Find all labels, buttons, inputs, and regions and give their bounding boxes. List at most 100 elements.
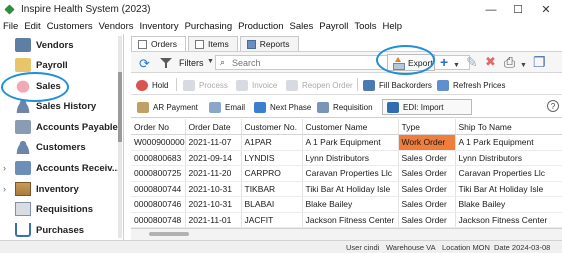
search-icon: ⌕ bbox=[220, 57, 226, 67]
column-header-customer-name[interactable]: Customer Name bbox=[302, 119, 399, 135]
cell-order-no: 0000800748 bbox=[131, 212, 186, 228]
chevron-right-icon[interactable]: › bbox=[3, 184, 6, 194]
sidebar-item-accounts-payable[interactable]: Accounts Payable bbox=[0, 117, 120, 137]
fill-backorders-button[interactable]: Fill Backorders bbox=[363, 77, 432, 93]
chevron-down-icon[interactable]: ▼ bbox=[520, 59, 527, 73]
accounts-receivable-icon bbox=[15, 161, 31, 175]
email-icon bbox=[209, 101, 221, 113]
customers-icon bbox=[15, 140, 31, 154]
cell-customer-no: BLABAI bbox=[241, 196, 303, 213]
cell-ship-to-name: A 1 Park Equipment bbox=[455, 134, 562, 151]
sidebar-item-payroll[interactable]: Payroll bbox=[0, 55, 120, 75]
menu-inventory[interactable]: Inventory bbox=[137, 21, 182, 32]
menu-tools[interactable]: Tools bbox=[351, 21, 379, 32]
edit-pencil-icon[interactable]: ✎ bbox=[466, 55, 478, 69]
hold-label: Hold bbox=[152, 80, 169, 90]
requisition-button[interactable]: Requisition bbox=[317, 99, 373, 115]
toolbar-divider bbox=[357, 78, 358, 91]
tab-reports[interactable]: Reports bbox=[239, 36, 299, 51]
column-header-ship-to-name[interactable]: Ship To Name bbox=[455, 119, 562, 135]
process-button[interactable]: Process bbox=[183, 77, 228, 93]
sidebar-item-label: Accounts Receiv... bbox=[36, 162, 120, 174]
export-icon bbox=[392, 56, 405, 70]
table-row[interactable]: 0000800748 2021-11-01 JACFIT Jackson Fit… bbox=[131, 212, 562, 228]
requisition-label: Requisition bbox=[333, 102, 373, 112]
process-label: Process bbox=[199, 80, 228, 90]
sidebar-item-vendors[interactable]: Vendors bbox=[0, 35, 120, 55]
sidebar-item-sales[interactable]: Sales bbox=[0, 76, 120, 96]
hold-button[interactable]: Hold bbox=[136, 77, 168, 93]
column-header-order-no[interactable]: Order No bbox=[131, 119, 186, 135]
tab-orders[interactable]: Orders bbox=[131, 36, 186, 51]
orders-grid: Order No Order Date Customer No. Custome… bbox=[131, 119, 562, 228]
column-header-order-date[interactable]: Order Date bbox=[185, 119, 242, 135]
menu-edit[interactable]: Edit bbox=[21, 21, 43, 32]
sidebar-item-sales-history[interactable]: Sales History bbox=[0, 96, 120, 116]
reopen-order-button[interactable]: Reopen Order bbox=[286, 77, 353, 93]
menu-customers[interactable]: Customers bbox=[44, 21, 96, 32]
next-phase-icon bbox=[254, 101, 266, 113]
minimize-button[interactable]: — bbox=[478, 0, 504, 19]
cell-type: Sales Order bbox=[398, 196, 456, 213]
table-row[interactable]: W000900000 2021-11-07 A1PAR A 1 Park Equ… bbox=[131, 134, 562, 151]
sidebar-item-requisitions[interactable]: Requisitions bbox=[0, 199, 120, 219]
sidebar-scrollbar-thumb[interactable] bbox=[118, 72, 122, 142]
column-header-customer-no[interactable]: Customer No. bbox=[241, 119, 303, 135]
tab-items[interactable]: Items bbox=[187, 36, 238, 51]
inventory-icon bbox=[15, 182, 31, 196]
sidebar-scrollbar[interactable] bbox=[118, 36, 122, 238]
menu-payroll[interactable]: Payroll bbox=[316, 21, 351, 32]
edi-import-button[interactable]: EDI: Import bbox=[382, 99, 472, 115]
column-header-type[interactable]: Type bbox=[398, 119, 456, 135]
ar-payment-button[interactable]: AR Payment bbox=[137, 99, 198, 115]
sidebar-item-inventory[interactable]: › Inventory bbox=[0, 179, 120, 199]
horizontal-scrollbar-thumb[interactable] bbox=[149, 232, 189, 236]
close-button[interactable]: ✕ bbox=[533, 0, 559, 19]
table-header-row: Order No Order Date Customer No. Custome… bbox=[131, 119, 562, 135]
menu-purchasing[interactable]: Purchasing bbox=[182, 21, 236, 32]
delete-icon[interactable]: ✖ bbox=[485, 55, 496, 69]
table-row[interactable]: 0000800683 2021-09-14 LYNDIS Lynn Distri… bbox=[131, 150, 562, 166]
menu-production[interactable]: Production bbox=[235, 21, 286, 32]
menu-file[interactable]: File bbox=[0, 21, 21, 32]
chevron-down-icon[interactable]: ▼ bbox=[453, 59, 460, 73]
sidebar-item-label: Requisitions bbox=[36, 203, 94, 215]
next-phase-label: Next Phase bbox=[270, 102, 312, 112]
cell-order-no: 0000800725 bbox=[131, 165, 186, 182]
sidebar-item-purchases[interactable]: Purchases bbox=[0, 220, 120, 240]
refresh-icon[interactable]: ⟳ bbox=[139, 56, 150, 72]
payroll-icon bbox=[15, 58, 31, 72]
table-row[interactable]: 0000800744 2021-10-31 TIKBAR Tiki Bar At… bbox=[131, 181, 562, 197]
menu-vendors[interactable]: Vendors bbox=[96, 21, 137, 32]
process-icon bbox=[183, 79, 195, 91]
sidebar-item-accounts-receivable[interactable]: › Accounts Receiv... bbox=[0, 158, 120, 178]
filter-icon[interactable] bbox=[160, 58, 172, 68]
chevron-down-icon[interactable]: ▼ bbox=[207, 58, 214, 65]
status-bar: User cindi Warehouse VA Location MON Dat… bbox=[0, 240, 562, 253]
maximize-button[interactable]: ☐ bbox=[505, 0, 531, 19]
invoice-icon bbox=[236, 79, 248, 91]
next-phase-button[interactable]: Next Phase bbox=[254, 99, 311, 115]
print-icon[interactable]: ⎙ bbox=[504, 55, 515, 69]
sidebar-item-customers[interactable]: Customers bbox=[0, 137, 120, 157]
grid-horizontal-scrollbar[interactable] bbox=[131, 228, 562, 240]
sidebar-item-label: Vendors bbox=[36, 39, 74, 51]
menu-sales[interactable]: Sales bbox=[287, 21, 317, 32]
main-toolbar: ⟳ Filters ▼ ⌕ Export + ▼ ✎ ✖ ⎙ ▼ ❐ bbox=[131, 51, 562, 73]
email-button[interactable]: Email bbox=[209, 99, 245, 115]
cell-order-no: 0000800683 bbox=[131, 150, 186, 166]
menu-help[interactable]: Help bbox=[380, 21, 406, 32]
sidebar: Vendors Payroll Sales Sales History Acco… bbox=[0, 34, 124, 240]
export-button[interactable]: Export bbox=[387, 54, 435, 71]
copy-icon[interactable]: ❐ bbox=[533, 55, 546, 69]
add-icon[interactable]: + bbox=[440, 55, 448, 69]
refresh-prices-button[interactable]: Refresh Prices bbox=[437, 77, 505, 93]
table-row[interactable]: 0000800746 2021-10-31 BLABAI Blake Baile… bbox=[131, 196, 562, 213]
refresh-prices-icon bbox=[437, 79, 449, 91]
status-location: Location MON bbox=[442, 243, 490, 252]
filters-button[interactable]: Filters bbox=[179, 58, 204, 68]
table-row[interactable]: 0000800725 2021-11-20 CARPRO Caravan Pro… bbox=[131, 165, 562, 182]
chevron-right-icon[interactable]: › bbox=[3, 163, 6, 173]
help-icon[interactable]: ? bbox=[547, 100, 559, 112]
invoice-button[interactable]: Invoice bbox=[236, 77, 277, 93]
